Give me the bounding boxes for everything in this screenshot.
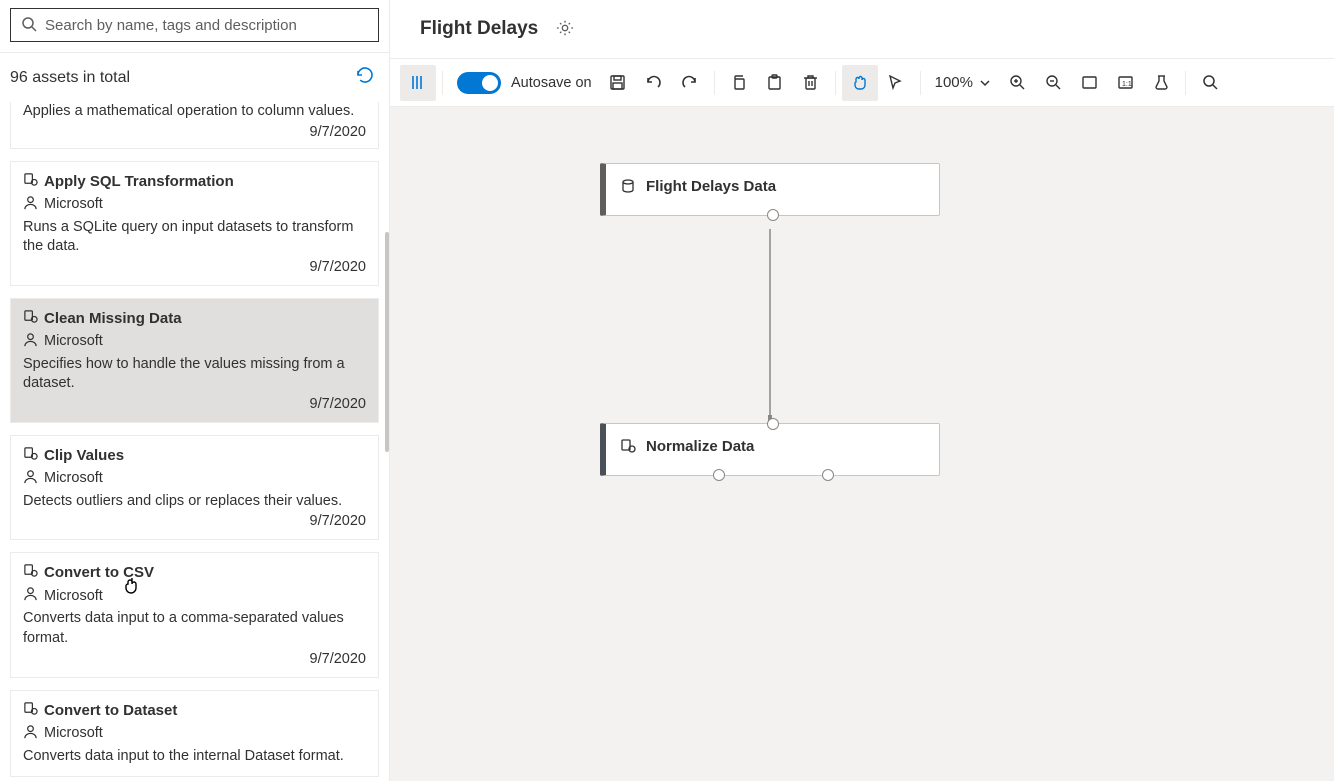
refresh-button[interactable]	[355, 65, 375, 90]
asset-card[interactable]: Clean Missing Data Microsoft Specifies h…	[10, 298, 379, 423]
asset-author: Microsoft	[44, 725, 103, 741]
input-port[interactable]	[767, 418, 779, 430]
asset-author: Microsoft	[44, 333, 103, 349]
pipeline-node[interactable]: Normalize Data	[600, 423, 940, 476]
asset-description: Runs a SQLite query on input datasets to…	[23, 218, 366, 257]
asset-title: Convert to Dataset	[44, 702, 177, 719]
asset-panel: 96 assets in total Applies a mathematica…	[0, 0, 390, 781]
node-title: Normalize Data	[646, 438, 754, 455]
zoom-out-button[interactable]	[1035, 65, 1071, 101]
module-icon	[620, 438, 636, 457]
paste-button[interactable]	[757, 65, 793, 101]
zoom-label: 100%	[935, 74, 973, 91]
asset-date: 9/7/2020	[23, 513, 366, 529]
module-icon	[23, 446, 38, 465]
settings-button[interactable]	[556, 19, 574, 40]
asset-card[interactable]: Convert to CSV Microsoft Converts data i…	[10, 552, 379, 677]
toolbar: Autosave on 100% 1:1	[390, 59, 1334, 107]
asset-description: Specifies how to handle the values missi…	[23, 355, 366, 394]
assets-count: 96 assets in total	[10, 69, 130, 87]
module-icon	[23, 172, 38, 191]
asset-card[interactable]: Convert to Dataset Microsoft Converts da…	[10, 690, 379, 778]
pipeline-node[interactable]: Flight Delays Data	[600, 163, 940, 216]
experiment-button[interactable]	[1143, 65, 1179, 101]
delete-button[interactable]	[793, 65, 829, 101]
asset-title: Clean Missing Data	[44, 310, 182, 327]
asset-author: Microsoft	[44, 196, 103, 212]
save-button[interactable]	[600, 65, 636, 101]
panel-toggle-button[interactable]	[400, 65, 436, 101]
output-port[interactable]	[822, 469, 834, 481]
page-title: Flight Delays	[420, 18, 538, 40]
search-input[interactable]	[45, 17, 368, 34]
asset-title: Apply SQL Transformation	[44, 173, 234, 190]
redo-button[interactable]	[672, 65, 708, 101]
asset-date: 9/7/2020	[23, 396, 366, 412]
asset-date: 9/7/2020	[23, 259, 366, 275]
node-title: Flight Delays Data	[646, 178, 776, 195]
person-icon	[23, 332, 38, 351]
asset-date: 9/7/2020	[23, 124, 366, 140]
svg-text:1:1: 1:1	[1122, 81, 1132, 88]
autosave-toggle[interactable]	[457, 72, 501, 94]
person-icon	[23, 195, 38, 214]
asset-author: Microsoft	[44, 470, 103, 486]
asset-title: Convert to CSV	[44, 564, 154, 581]
autosave-label: Autosave on	[511, 75, 592, 91]
fit-to-screen-button[interactable]	[1071, 65, 1107, 101]
asset-description: Converts data input to the internal Data…	[23, 747, 366, 767]
select-button[interactable]	[878, 65, 914, 101]
person-icon	[23, 724, 38, 743]
pipeline-canvas[interactable]: Flight Delays Data Normalize Data	[390, 107, 1334, 781]
zoom-level[interactable]: 100%	[927, 74, 999, 91]
search-icon	[21, 16, 37, 35]
person-icon	[23, 586, 38, 605]
undo-button[interactable]	[636, 65, 672, 101]
dataset-icon	[620, 178, 636, 197]
asset-description: Converts data input to a comma-separated…	[23, 609, 366, 648]
actual-size-button[interactable]: 1:1	[1107, 65, 1143, 101]
canvas-search-button[interactable]	[1192, 65, 1228, 101]
module-icon	[23, 563, 38, 582]
asset-card[interactable]: Clip Values Microsoft Detects outliers a…	[10, 435, 379, 541]
module-icon	[23, 701, 38, 720]
zoom-in-button[interactable]	[999, 65, 1035, 101]
module-icon	[23, 309, 38, 328]
search-box[interactable]	[10, 8, 379, 42]
asset-title: Clip Values	[44, 447, 124, 464]
asset-description: Applies a mathematical operation to colu…	[23, 102, 366, 122]
person-icon	[23, 469, 38, 488]
asset-card[interactable]: Apply SQL Transformation Microsoft Runs …	[10, 161, 379, 286]
chevron-down-icon	[979, 77, 991, 89]
output-port[interactable]	[767, 209, 779, 221]
asset-description: Detects outliers and clips or replaces t…	[23, 492, 366, 512]
pan-button[interactable]	[842, 65, 878, 101]
output-port[interactable]	[713, 469, 725, 481]
asset-card[interactable]: Applies a mathematical operation to colu…	[10, 102, 379, 149]
asset-date: 9/7/2020	[23, 651, 366, 667]
asset-author: Microsoft	[44, 588, 103, 604]
copy-button[interactable]	[721, 65, 757, 101]
